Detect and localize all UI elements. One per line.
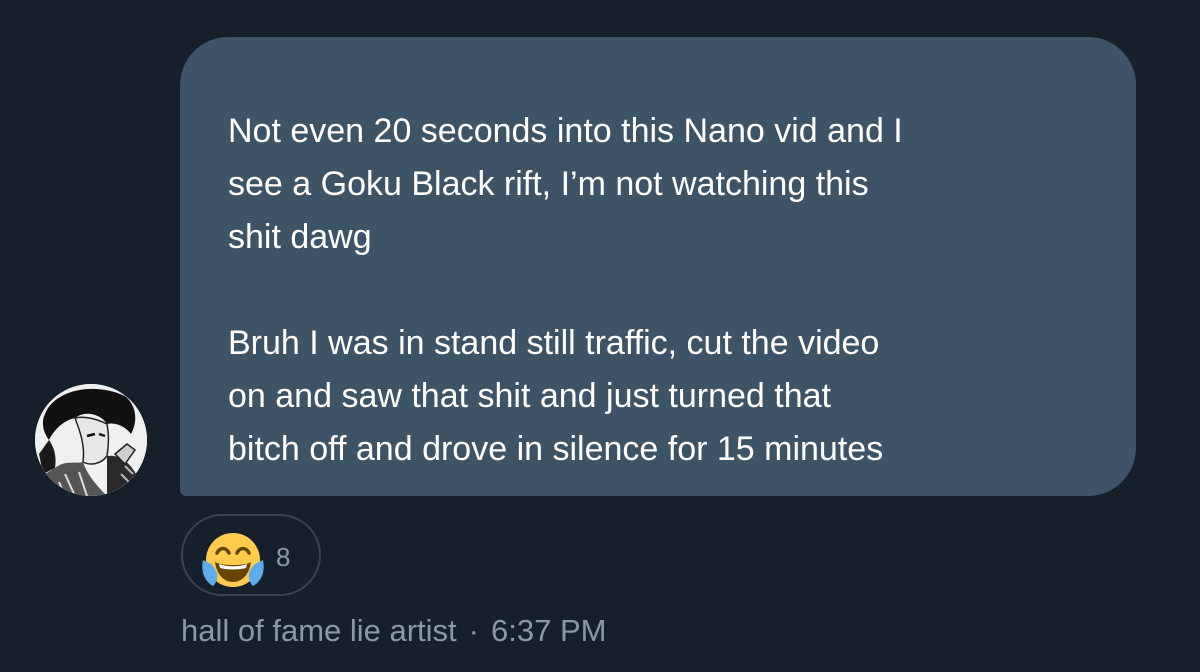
avatar[interactable]: [35, 384, 147, 496]
face-with-tears-of-joy-icon: [202, 533, 264, 587]
sender-name[interactable]: hall of fame lie artist: [181, 613, 457, 648]
message-meta: hall of fame lie artist · 6:37 PM: [181, 612, 606, 650]
message-bubble[interactable]: Not even 20 seconds into this Nano vid a…: [180, 37, 1136, 496]
message-timestamp: 6:37 PM: [491, 613, 607, 648]
message-paragraph-2: Bruh I was in stand still traffic, cut t…: [228, 324, 884, 468]
reaction-pill[interactable]: 8: [181, 514, 321, 596]
reaction-count: 8: [276, 542, 291, 572]
meta-separator: ·: [468, 613, 479, 648]
manga-portrait-icon: [35, 384, 147, 496]
message-paragraph-1: Not even 20 seconds into this Nano vid a…: [228, 112, 903, 256]
dm-conversation: Not even 20 seconds into this Nano vid a…: [0, 0, 1200, 672]
